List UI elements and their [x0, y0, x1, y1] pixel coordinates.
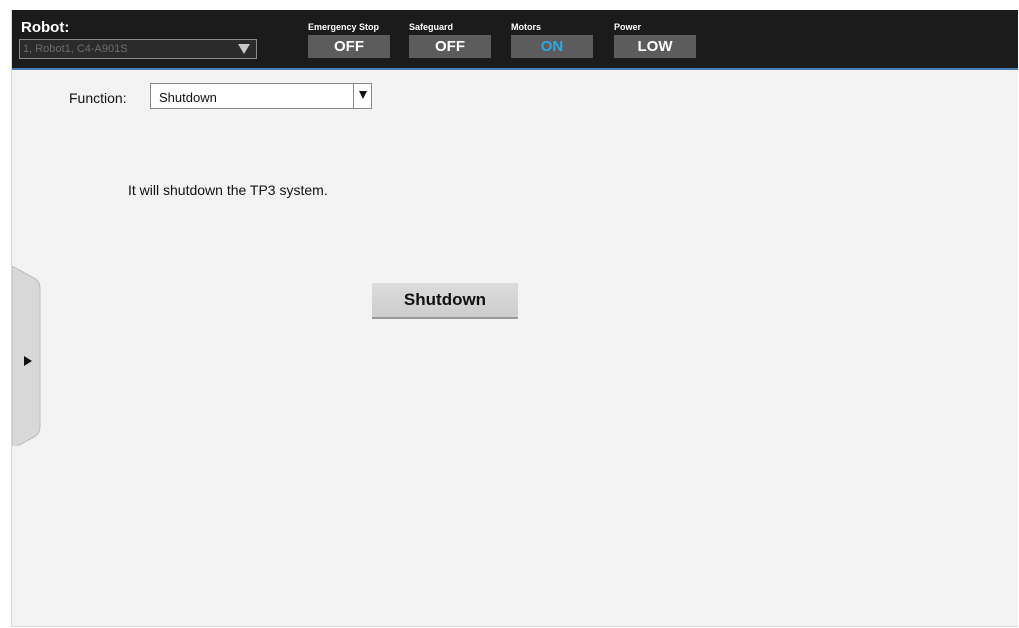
function-select-value: Shutdown: [159, 90, 217, 105]
motors-value: ON: [511, 35, 593, 58]
shutdown-button[interactable]: Shutdown: [372, 283, 518, 319]
motors-label: Motors: [511, 22, 541, 32]
safeguard-status: Safeguard OFF: [409, 22, 491, 58]
triangle-right-icon: [24, 356, 32, 366]
emergency-stop-status: Emergency Stop OFF: [308, 22, 390, 58]
side-panel-toggle[interactable]: [12, 266, 42, 446]
motors-status: Motors ON: [511, 22, 593, 58]
emergency-stop-value: OFF: [308, 35, 390, 58]
app-window: Robot: 1, Robot1, C4-A901S Emergency Sto…: [11, 10, 1018, 627]
safeguard-label: Safeguard: [409, 22, 454, 32]
function-label: Function:: [69, 90, 127, 106]
robot-label: Robot:: [21, 19, 70, 36]
function-description: It will shutdown the TP3 system.: [128, 182, 328, 198]
robot-select-value: 1, Robot1, C4-A901S: [23, 43, 128, 55]
chevron-down-icon: [238, 44, 250, 54]
safeguard-value: OFF: [409, 35, 491, 58]
robot-select[interactable]: 1, Robot1, C4-A901S: [19, 39, 257, 59]
power-status: Power LOW: [614, 22, 696, 58]
power-value: LOW: [614, 35, 696, 58]
emergency-stop-label: Emergency Stop: [308, 22, 380, 32]
power-label: Power: [614, 22, 642, 32]
chevron-down-icon: [359, 91, 367, 99]
select-divider: [353, 84, 354, 108]
function-select[interactable]: Shutdown: [150, 83, 372, 109]
status-bar: Robot: 1, Robot1, C4-A901S Emergency Sto…: [12, 10, 1018, 70]
